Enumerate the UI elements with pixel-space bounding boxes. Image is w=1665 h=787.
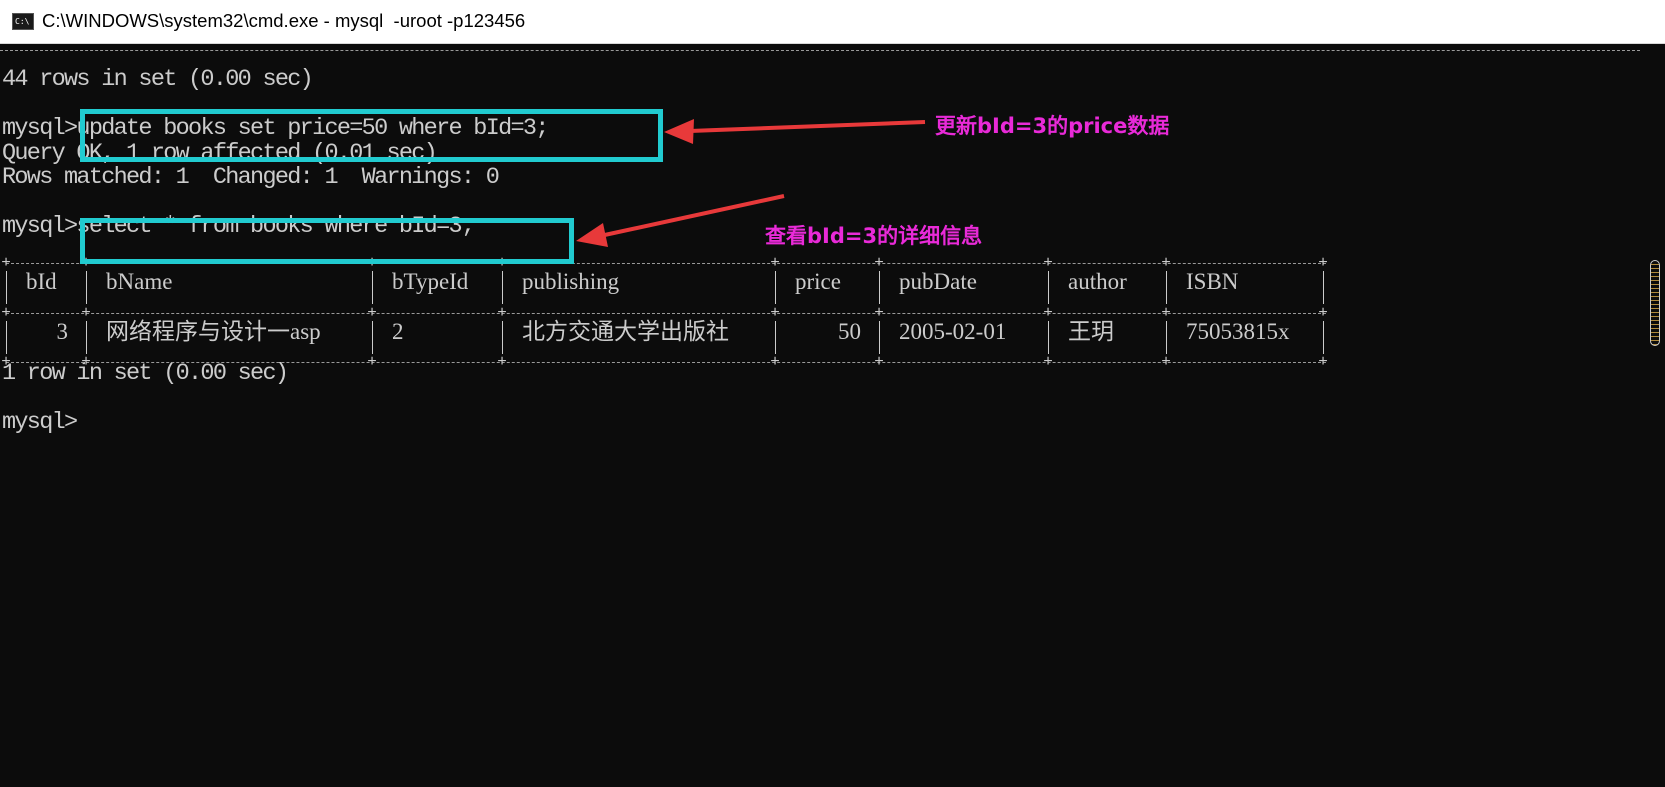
table-cell-btypeid: 2 xyxy=(392,319,404,344)
table-corner: + xyxy=(1161,353,1171,371)
column-header-btypeid: bTypeId xyxy=(392,269,469,294)
table-column-divider xyxy=(879,321,880,354)
table-cell-price: 50 xyxy=(838,319,861,344)
select-annotation: 查看bId=3的详细信息 xyxy=(765,224,983,248)
table-corner: + xyxy=(770,353,780,371)
cmd-window: C:\ C:\WINDOWS\system32\cmd.exe - mysql … xyxy=(0,0,1665,787)
table-column-divider xyxy=(372,271,373,304)
table-corner: + xyxy=(1043,304,1053,322)
table-column-divider xyxy=(372,321,373,354)
table-column-divider xyxy=(86,321,87,354)
table-cell-bid: 3 xyxy=(56,319,69,344)
column-header-bid: bId xyxy=(26,269,57,294)
table-corner: + xyxy=(1318,254,1328,272)
column-header-bname: bName xyxy=(106,269,173,294)
table-column-divider xyxy=(502,271,503,304)
table-corner: + xyxy=(367,353,377,371)
table-column-divider xyxy=(6,271,7,304)
update-annotation: 更新bId=3的price数据 xyxy=(935,114,1170,138)
cmd-icon: C:\ xyxy=(12,13,34,30)
table-corner: + xyxy=(497,353,507,371)
table-corner: + xyxy=(770,254,780,272)
table-cell-publishing: 北方交通大学出版社 xyxy=(522,319,729,344)
title-bar[interactable]: C:\ C:\WINDOWS\system32\cmd.exe - mysql … xyxy=(0,0,1665,44)
update-command-highlight xyxy=(80,109,663,162)
mysql-prompt: mysql> xyxy=(2,213,78,240)
result-table: + + + + + + + + + + + + + + + + + + + + + + + + + + + bId bName bType… xyxy=(0,254,1330,376)
table-column-divider xyxy=(1048,321,1049,354)
table-corner: + xyxy=(874,353,884,371)
table-corner: + xyxy=(81,304,91,322)
table-cell-isbn: 75053815x xyxy=(1186,319,1290,344)
table-column-divider xyxy=(502,321,503,354)
table-corner: + xyxy=(1161,304,1171,322)
column-header-publishing: publishing xyxy=(522,269,620,294)
table-corner: + xyxy=(1318,304,1328,322)
table-column-divider xyxy=(775,271,776,304)
column-header-price: price xyxy=(795,269,841,294)
table-cell-bname: 网络程序与设计一asp xyxy=(106,319,321,344)
table-header-separator xyxy=(6,313,1326,314)
table-corner: + xyxy=(874,304,884,322)
table-corner: + xyxy=(367,304,377,322)
table-column-divider xyxy=(1166,321,1167,354)
table-corner: + xyxy=(1,353,11,371)
table-corner: + xyxy=(81,353,91,371)
table-column-divider xyxy=(1323,321,1324,354)
column-header-pubdate: pubDate xyxy=(899,269,977,294)
table-corner: + xyxy=(1318,353,1328,371)
vertical-scrollbar[interactable] xyxy=(1646,44,1665,787)
table-cell-pubdate: 2005-02-01 xyxy=(899,319,1007,344)
table-border-bottom xyxy=(6,362,1326,363)
table-column-divider xyxy=(1323,271,1324,304)
table-border-top-previous xyxy=(0,50,1640,51)
table-corner: + xyxy=(1043,254,1053,272)
final-prompt: mysql> xyxy=(2,409,78,436)
window-title: C:\WINDOWS\system32\cmd.exe - mysql -uro… xyxy=(42,10,526,31)
table-corner: + xyxy=(1043,353,1053,371)
table-column-divider xyxy=(1048,271,1049,304)
rows-in-set-message-1: 44 rows in set (0.00 sec) xyxy=(2,66,314,93)
table-corner: + xyxy=(1,254,11,272)
table-column-divider xyxy=(86,271,87,304)
table-column-divider xyxy=(879,271,880,304)
table-corner: + xyxy=(874,254,884,272)
table-cell-author: 王玥 xyxy=(1068,319,1114,344)
select-command-highlight xyxy=(80,218,574,264)
mysql-prompt: mysql> xyxy=(2,115,78,142)
rows-matched-message: Rows matched: 1 Changed: 1 Warnings: 0 xyxy=(2,164,500,191)
column-header-author: author xyxy=(1068,269,1127,294)
column-header-isbn: ISBN xyxy=(1186,269,1239,294)
table-corner: + xyxy=(497,304,507,322)
table-corner: + xyxy=(1161,254,1171,272)
table-column-divider xyxy=(1166,271,1167,304)
scrollbar-thumb[interactable] xyxy=(1650,260,1660,346)
